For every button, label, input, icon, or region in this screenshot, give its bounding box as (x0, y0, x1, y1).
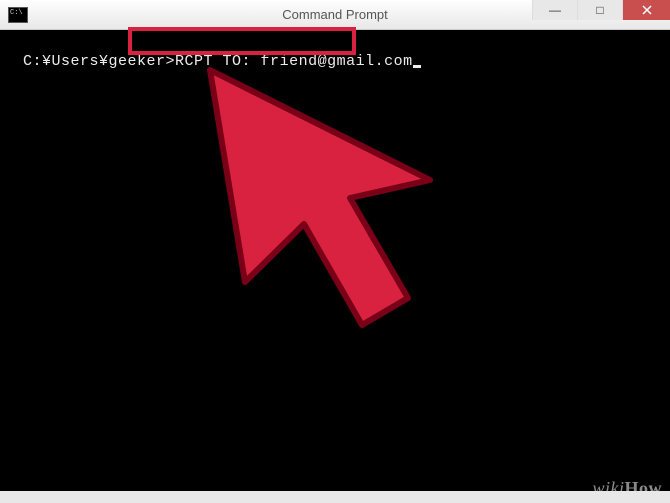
close-button[interactable] (622, 0, 670, 20)
text-cursor (413, 65, 421, 68)
prompt-path: C:¥Users¥geeker> (23, 53, 175, 70)
window-titlebar: Command Prompt — □ (0, 0, 670, 30)
watermark: wikiHow (593, 478, 663, 499)
minimize-button[interactable]: — (532, 0, 577, 20)
watermark-prefix: wiki (593, 478, 625, 498)
command-text: RCPT TO: friend@gmail.com (175, 53, 413, 70)
cmd-icon (8, 7, 28, 23)
close-icon (642, 5, 652, 15)
annotation-arrow-cursor-icon (190, 60, 450, 340)
bottom-strip (0, 491, 670, 503)
window-title: Command Prompt (282, 7, 387, 22)
watermark-suffix: How (625, 478, 663, 498)
window-controls: — □ (532, 0, 670, 29)
maximize-button[interactable]: □ (577, 0, 622, 20)
terminal-area[interactable]: C:¥Users¥geeker>RCPT TO: friend@gmail.co… (0, 30, 670, 76)
